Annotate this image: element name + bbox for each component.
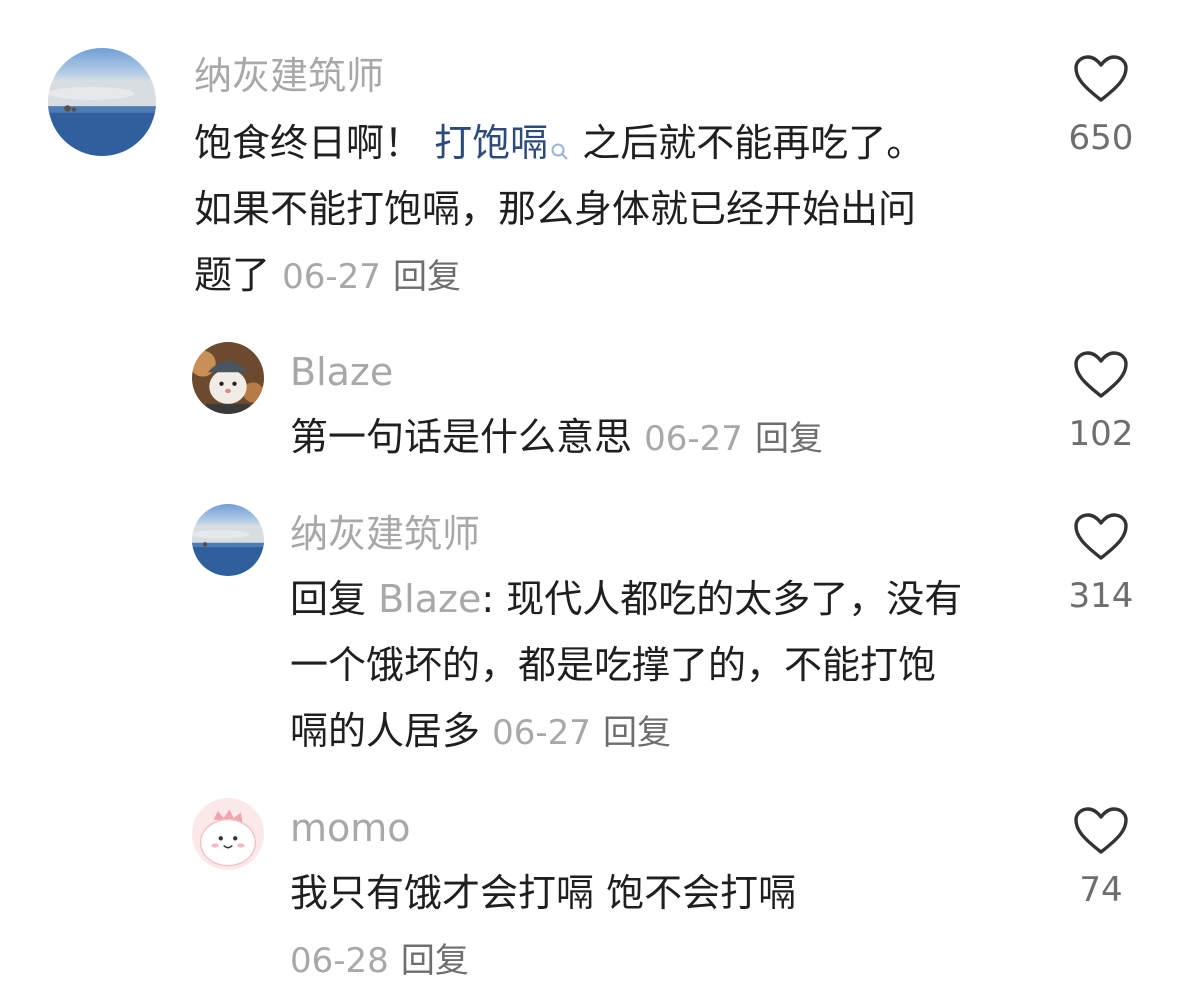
avatar[interactable] <box>48 48 156 156</box>
comment-text-line: 嗝的人居多 06-27 回复 <box>290 698 671 766</box>
comment-text-line: 第一句话是什么意思 06-27 回复 <box>290 404 823 472</box>
like-button[interactable]: 314 <box>1041 512 1161 618</box>
like-button[interactable]: 650 <box>1041 54 1161 160</box>
comment-text-line: 我只有饿才会打嗝 饱不会打嗝 <box>290 871 797 915</box>
sea-horizon-avatar-icon <box>48 48 156 156</box>
avatar[interactable] <box>192 798 264 870</box>
like-button[interactable]: 102 <box>1041 350 1161 456</box>
heart-icon <box>1074 55 1128 102</box>
comment-meta-line: 06-28 回复 <box>290 926 469 994</box>
reply-prefix: 回复 <box>290 577 379 621</box>
like-count: 650 <box>1068 118 1134 158</box>
comment-text-part: 嗝的人居多 <box>290 709 481 753</box>
comment-text-line: 一个饿坏的，都是吃撑了的，不能打饱 <box>290 643 937 687</box>
comment-text: 饱食终日啊！ 打饱嗝 之后就不能再吃了。 <box>194 110 924 182</box>
heart-icon <box>1074 807 1128 854</box>
reply-button[interactable]: 回复 <box>603 713 671 753</box>
like-button[interactable]: 74 <box>1041 806 1161 912</box>
search-link[interactable]: 打饱嗝 <box>434 121 548 165</box>
comment-date: 06-27 <box>282 257 381 297</box>
comment-date: 06-28 <box>290 941 389 981</box>
comment-date: 06-27 <box>644 419 743 459</box>
reply-button[interactable]: 回复 <box>393 257 461 297</box>
reply-button[interactable]: 回复 <box>401 941 469 981</box>
avatar[interactable] <box>192 504 264 576</box>
comment-text-line: 回复 Blaze: 现代人都吃的太多了，没有 <box>290 566 962 632</box>
sea-horizon-avatar-icon <box>192 504 264 576</box>
like-count: 74 <box>1079 870 1123 910</box>
like-count: 102 <box>1068 414 1134 454</box>
comment-date: 06-27 <box>492 713 591 753</box>
comment-text-line: 如果不能打饱嗝，那么身体就已经开始出问 <box>194 187 917 231</box>
comment-item: 纳灰建筑师 饱食终日啊！ 打饱嗝 之后就不能再吃了。 如果不能打饱嗝，那么身体就… <box>0 0 1179 320</box>
comment-text-part: 第一句话是什么意思 <box>290 415 633 459</box>
like-count: 314 <box>1068 576 1134 616</box>
mention-link[interactable]: Blaze <box>378 577 481 621</box>
reply-button[interactable]: 回复 <box>755 419 823 459</box>
search-icon[interactable] <box>550 116 570 182</box>
avatar[interactable] <box>192 342 264 414</box>
comment-text-part: 饱食终日啊！ <box>194 121 435 165</box>
comment-text-part: 之后就不能再吃了。 <box>570 121 925 165</box>
heart-icon <box>1074 351 1128 398</box>
username[interactable]: 纳灰建筑师 <box>290 510 480 558</box>
cat-with-helmet-avatar-icon <box>192 342 264 414</box>
username[interactable]: momo <box>290 804 411 852</box>
comment-text-part: 题了 <box>194 253 271 297</box>
comment-text-line: 题了 06-27 回复 <box>194 242 461 310</box>
username[interactable]: Blaze <box>290 348 393 396</box>
comment-text-part: : 现代人都吃的太多了，没有 <box>481 577 963 621</box>
pink-dino-avatar-icon <box>192 798 264 870</box>
heart-icon <box>1074 513 1128 560</box>
username[interactable]: 纳灰建筑师 <box>194 52 384 100</box>
